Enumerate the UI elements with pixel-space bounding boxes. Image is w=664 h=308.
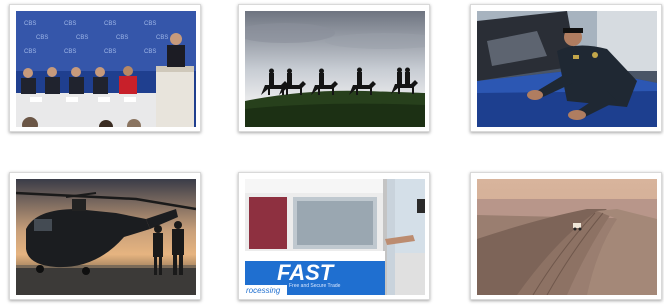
fast-booth-photo: FAST Free and Secure Trade rocessing — [245, 179, 425, 295]
svg-text:CBS: CBS — [144, 21, 156, 27]
fast-sign-title: FAST — [277, 260, 335, 285]
backdrop-logo-text: CBS — [24, 21, 36, 27]
svg-text:CBS: CBS — [64, 49, 76, 55]
svg-text:CBS: CBS — [116, 35, 128, 41]
desert-tracks-photo — [477, 179, 657, 295]
photo-card-officer-vehicle[interactable] — [470, 4, 662, 132]
photo-card-horse-riders[interactable] — [238, 4, 430, 132]
photo-card-press-conference[interactable]: CBS CBS CBS CBS CBS CBS CBS CBS CBS CBS CBS CBS — [9, 4, 201, 132]
helicopter-photo — [16, 179, 196, 295]
officer-vehicle-photo — [477, 11, 657, 127]
svg-text:CBS: CBS — [104, 49, 116, 55]
fast-sign-subtitle: Free and Secure Trade — [289, 283, 341, 289]
svg-text:CBS: CBS — [64, 21, 76, 27]
horse-riders-photo — [245, 11, 425, 127]
svg-text:CBS: CBS — [144, 49, 156, 55]
svg-text:CBS: CBS — [24, 49, 36, 55]
photo-card-fast-booth[interactable]: FAST Free and Secure Trade rocessing — [238, 172, 430, 300]
svg-text:CBS: CBS — [36, 35, 48, 41]
svg-text:CBS: CBS — [76, 35, 88, 41]
photo-card-desert-tracks[interactable] — [470, 172, 662, 300]
photo-card-helicopter[interactable] — [9, 172, 201, 300]
svg-text:CBS: CBS — [156, 35, 168, 41]
fast-sign-footer: rocessing — [246, 286, 281, 295]
svg-text:CBS: CBS — [104, 21, 116, 27]
press-conference-photo: CBS CBS CBS CBS CBS CBS CBS CBS CBS CBS CBS CBS — [16, 11, 196, 127]
